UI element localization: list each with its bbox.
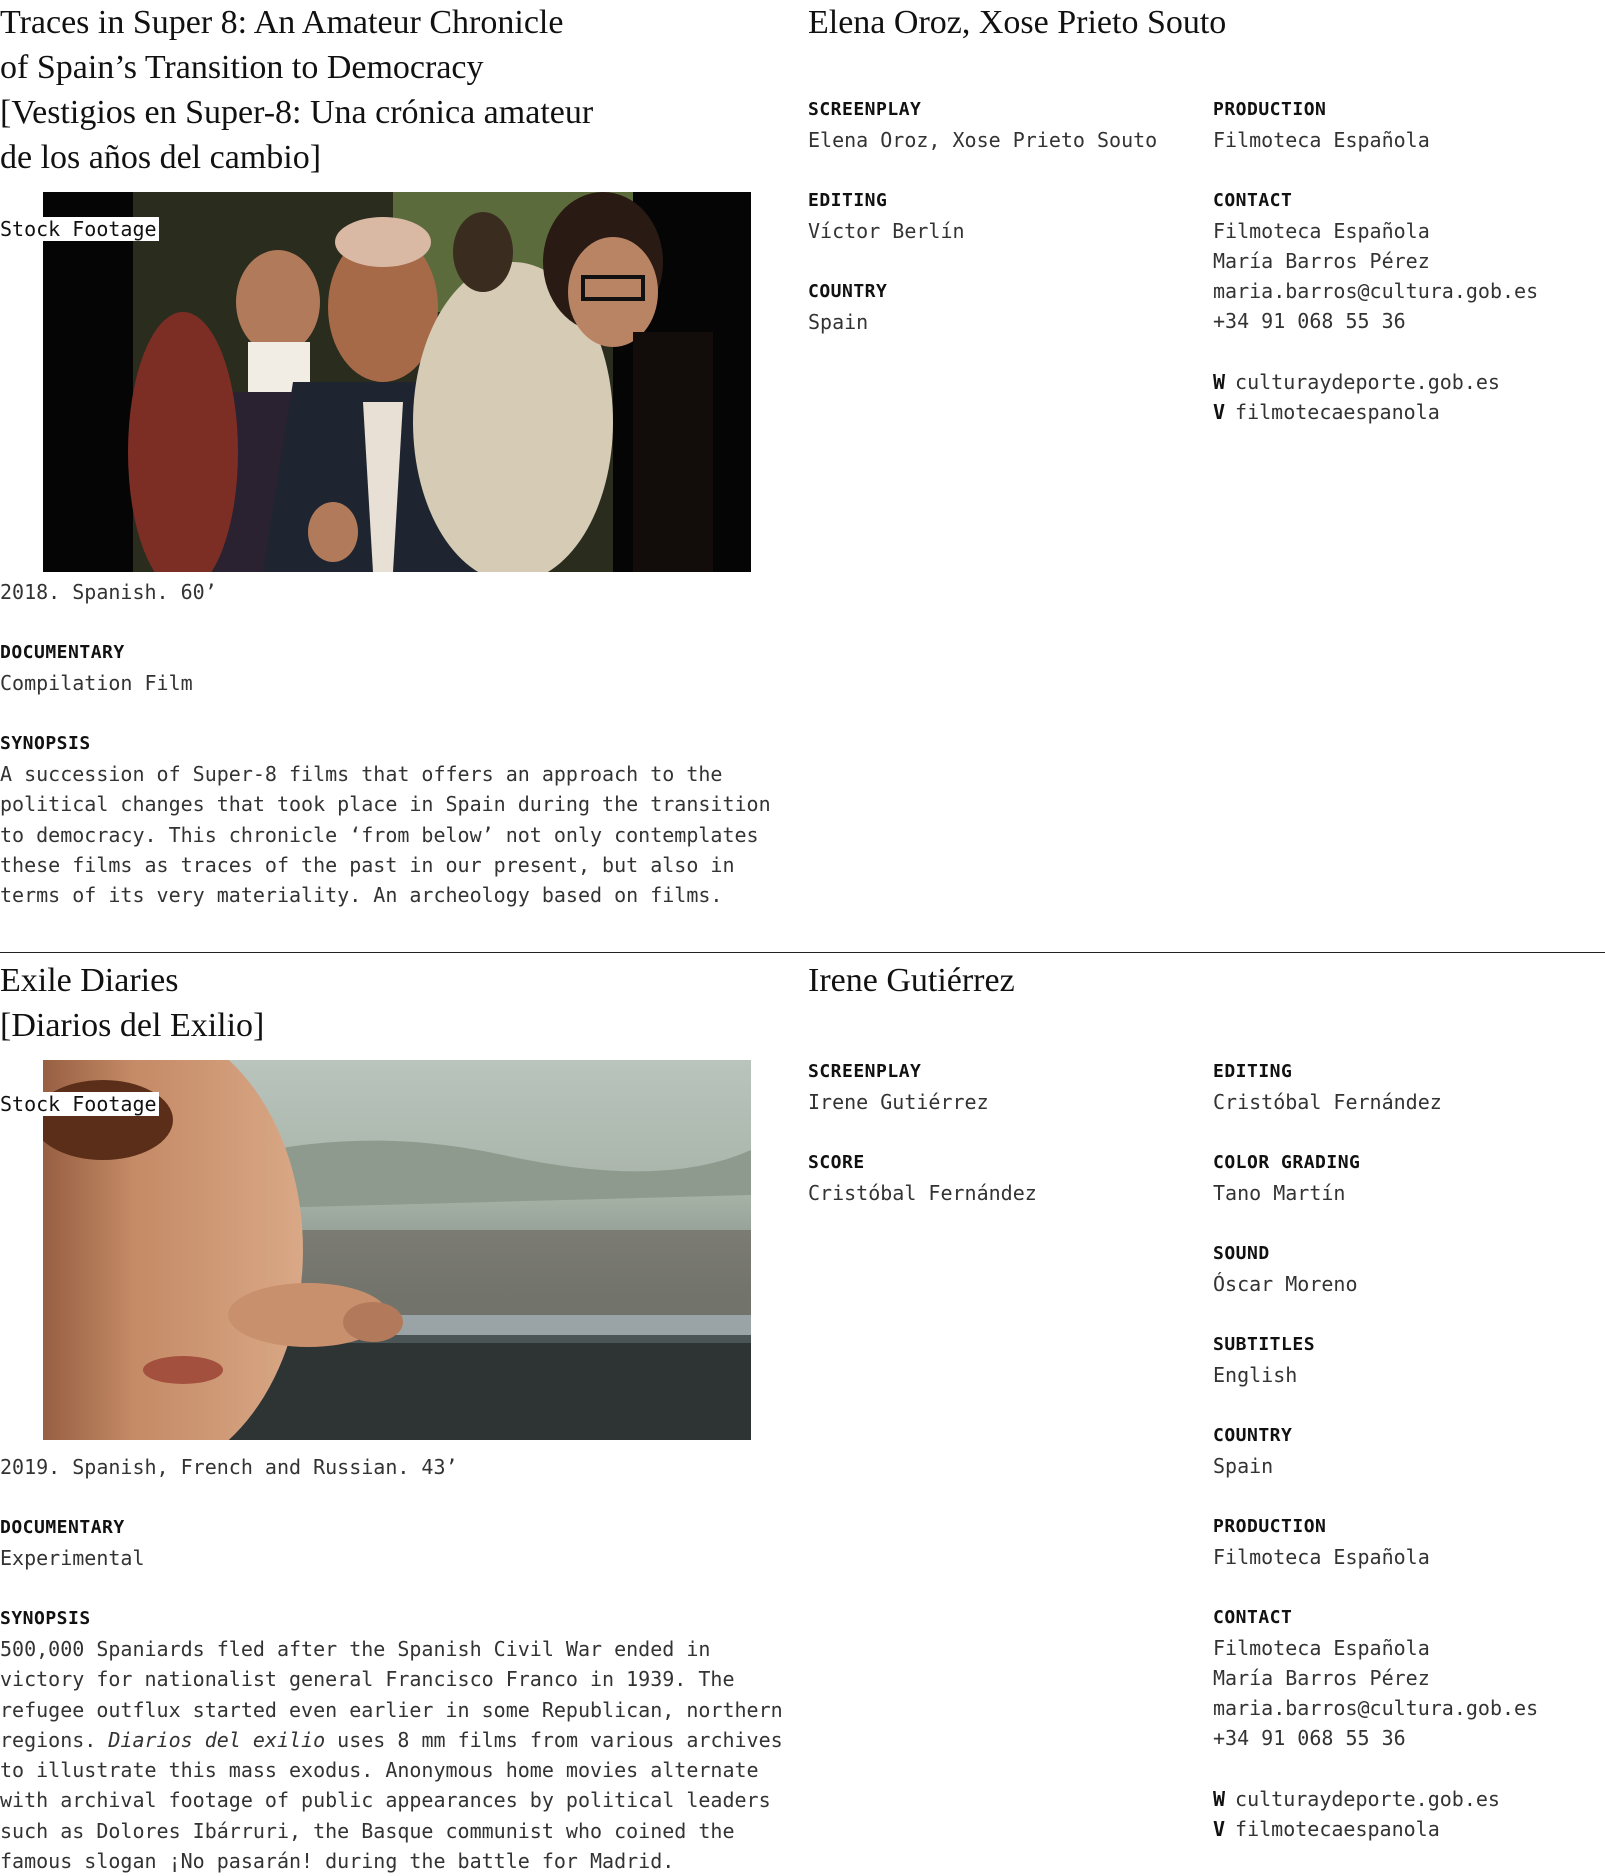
credit-label: COLOR GRADING [1213,1152,1361,1173]
credit-sound: SOUND Óscar Moreno [1213,1239,1593,1299]
synopsis-film-title: Diarios del exilio [108,1727,326,1752]
genre-value: Experimental [0,1546,145,1570]
credit-value: Irene Gutiérrez [808,1090,989,1114]
credit-label: SUBTITLES [1213,1334,1316,1355]
credit-score: SCORE Cristóbal Fernández [808,1148,1188,1208]
web-links: Wculturaydeporte.gob.es Vfilmotecaespano… [1213,1784,1593,1844]
credit-subtitles: SUBTITLES English [1213,1330,1593,1390]
credit-label: SOUND [1213,1243,1270,1264]
director-name: Elena Oroz, Xose Prieto Souto [808,4,1227,41]
credit-country: COUNTRY Spain [1213,1421,1593,1481]
credit-value: Cristóbal Fernández [1213,1090,1442,1114]
credit-value: English [1213,1363,1298,1387]
credit-country: COUNTRY Spain [808,277,1188,337]
credit-label: SCORE [808,1152,865,1173]
credit-label: EDITING [1213,1061,1293,1082]
website-link[interactable]: Wculturaydeporte.gob.es [1213,1784,1593,1814]
film-meta: 2019. Spanish, French and Russian. 43’ D… [0,1452,790,1876]
credit-contact: CONTACT Filmoteca Española María Barros … [1213,186,1593,336]
credit-production: PRODUCTION Filmoteca Española [1213,1512,1593,1572]
credit-label: CONTACT [1213,1607,1293,1628]
link-value: culturaydeporte.gob.es [1235,370,1500,394]
credit-label: PRODUCTION [1213,99,1327,120]
credit-value: Spain [808,310,869,334]
link-key: W [1213,370,1226,394]
stock-footage-label: Stock Footage [0,1092,159,1116]
credit-value: Filmoteca Española [1213,128,1430,152]
credit-label: PRODUCTION [1213,1516,1327,1537]
film-still [43,192,751,572]
synopsis-block: SYNOPSIS A succession of Super-8 films t… [0,729,790,910]
credit-value: Víctor Berlín [808,219,965,243]
film-meta: 2018. Spanish. 60’ DOCUMENTARY Compilati… [0,577,790,910]
credit-screenplay: SCREENPLAY Irene Gutiérrez [808,1057,1188,1117]
credits-column-left: SCREENPLAY Elena Oroz, Xose Prieto Souto… [808,95,1188,368]
website-link[interactable]: Wculturaydeporte.gob.es [1213,367,1593,397]
link-value: culturaydeporte.gob.es [1235,1787,1500,1811]
credit-value: Spain [1213,1454,1274,1478]
credit-editing: EDITING Víctor Berlín [808,186,1188,246]
credits-column-left: SCREENPLAY Irene Gutiérrez SCORE Cristób… [808,1057,1188,1239]
film-title: Traces in Super 8: An Amateur Chronicle … [0,0,780,180]
credit-value: Tano Martín [1213,1181,1346,1205]
year-language-runtime: 2019. Spanish, French and Russian. 43’ [0,1455,458,1479]
film-entry-exile-diaries: Exile Diaries [Diarios del Exilio] Irene… [0,958,1605,1873]
credit-production: PRODUCTION Filmoteca Española [1213,95,1593,155]
credit-value: Cristóbal Fernández [808,1181,1037,1205]
genre-label: DOCUMENTARY [0,642,125,663]
credits-column-right: PRODUCTION Filmoteca Española CONTACT Fi… [1213,95,1593,427]
genre-block: DOCUMENTARY Experimental [0,1513,790,1573]
link-key: V [1213,1817,1226,1841]
link-value: filmotecaespanola [1235,1817,1440,1841]
credit-editing: EDITING Cristóbal Fernández [1213,1057,1593,1117]
credit-value: Elena Oroz, Xose Prieto Souto [808,128,1158,152]
credit-label: EDITING [808,190,888,211]
genre-label: DOCUMENTARY [0,1517,125,1538]
title-line: [Diarios del Exilio] [0,1007,265,1044]
link-key: V [1213,400,1226,424]
entry-divider [0,952,1605,953]
year-language-runtime: 2018. Spanish. 60’ [0,580,217,604]
synopsis-label: SYNOPSIS [0,1608,91,1629]
credit-value: Filmoteca Española [1213,1545,1430,1569]
vimeo-link[interactable]: Vfilmotecaespanola [1213,397,1593,427]
film-entry-traces-in-super-8: Traces in Super 8: An Amateur Chronicle … [0,0,1605,952]
credit-label: SCREENPLAY [808,1061,922,1082]
credit-contact: CONTACT Filmoteca Española María Barros … [1213,1603,1593,1753]
title-line: de los años del cambio] [0,139,322,176]
credit-screenplay: SCREENPLAY Elena Oroz, Xose Prieto Souto [808,95,1188,155]
web-links: Wculturaydeporte.gob.es Vfilmotecaespano… [1213,367,1593,427]
title-line: Exile Diaries [0,962,179,999]
director-name: Irene Gutiérrez [808,962,1015,999]
title-line: [Vestigios en Super-8: Una crónica amate… [0,94,594,131]
credit-label: SCREENPLAY [808,99,922,120]
film-still-image [43,1060,751,1440]
contact-details: Filmoteca Española María Barros Pérez ma… [1213,1636,1539,1750]
title-line: Traces in Super 8: An Amateur Chronicle [0,4,564,41]
genre-block: DOCUMENTARY Compilation Film [0,638,790,698]
credit-color-grading: COLOR GRADING Tano Martín [1213,1148,1593,1208]
synopsis-block: SYNOPSIS 500,000 Spaniards fled after th… [0,1604,790,1876]
genre-value: Compilation Film [0,671,193,695]
link-value: filmotecaespanola [1235,400,1440,424]
contact-details: Filmoteca Española María Barros Pérez ma… [1213,219,1539,333]
film-still-image [43,192,751,572]
film-title: Exile Diaries [Diarios del Exilio] [0,958,780,1048]
credit-label: CONTACT [1213,190,1293,211]
film-still [43,1060,751,1440]
credits-column-right: EDITING Cristóbal Fernández COLOR GRADIN… [1213,1057,1593,1844]
credit-label: COUNTRY [1213,1425,1293,1446]
stock-footage-label: Stock Footage [0,217,159,241]
link-key: W [1213,1787,1226,1811]
credit-label: COUNTRY [808,281,888,302]
credit-value: Óscar Moreno [1213,1272,1358,1296]
synopsis-text: A succession of Super-8 films that offer… [0,762,771,908]
vimeo-link[interactable]: Vfilmotecaespanola [1213,1814,1593,1844]
synopsis-label: SYNOPSIS [0,733,91,754]
title-line: of Spain’s Transition to Democracy [0,49,484,86]
synopsis-text: 500,000 Spaniards fled after the Spanish… [0,1634,790,1876]
